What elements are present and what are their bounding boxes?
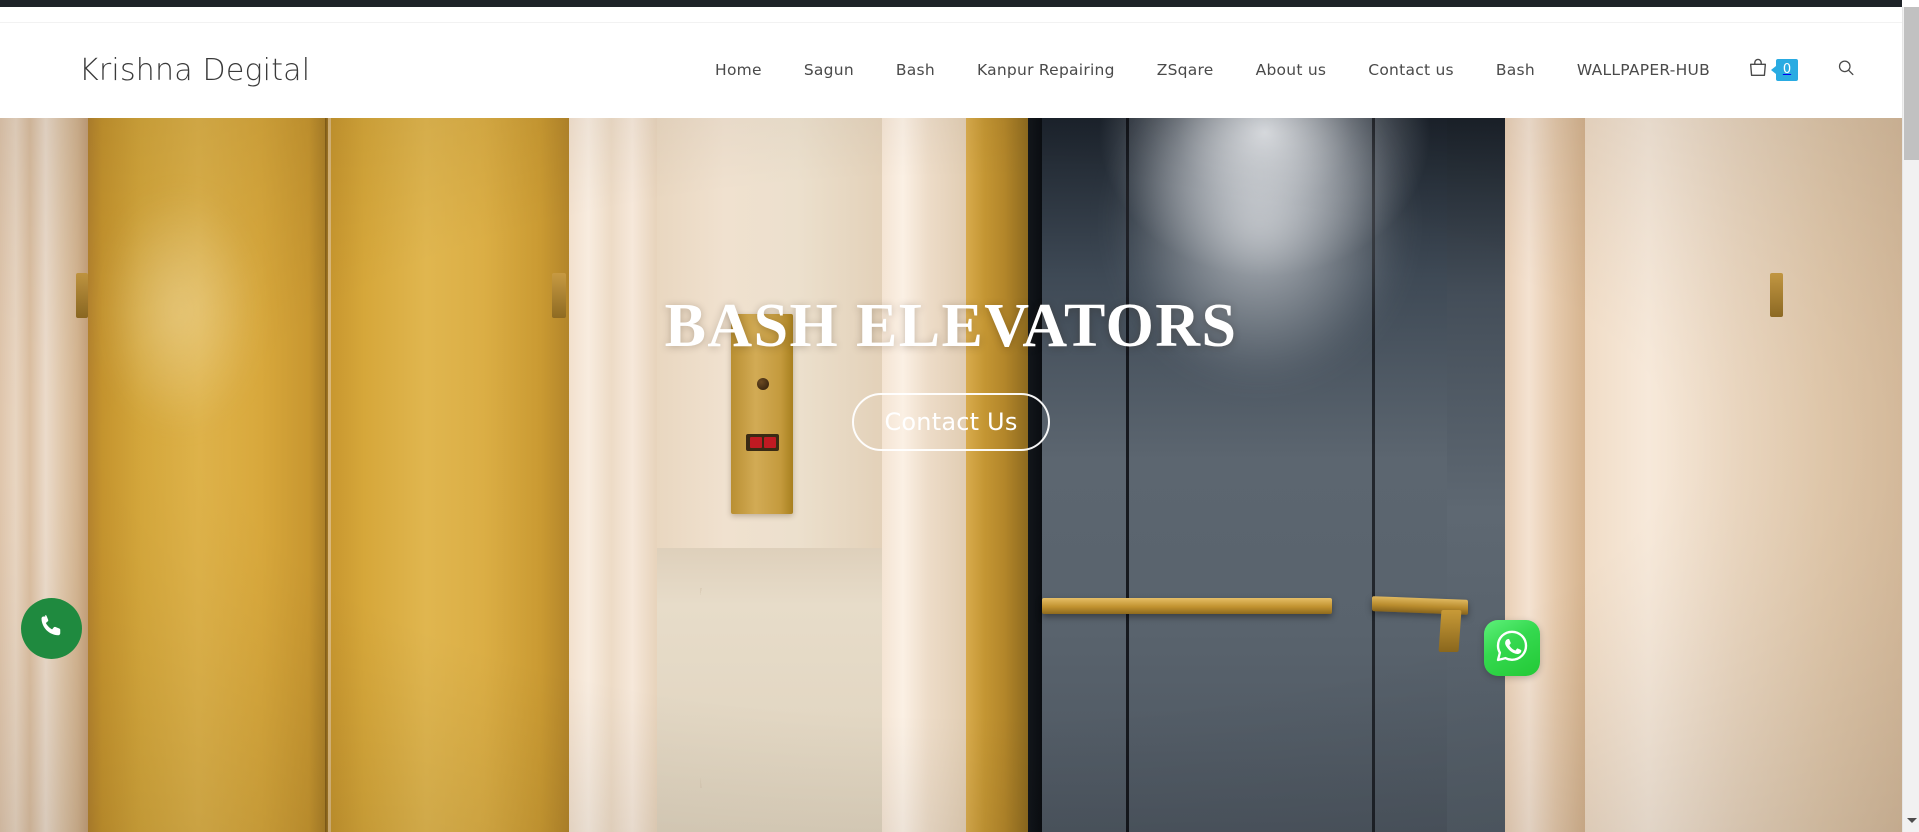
nav-list: Home Sagun Bash Kanpur Repairing ZSqare	[694, 61, 1731, 80]
floating-call-button[interactable]	[21, 598, 82, 659]
hero-contact-us-button[interactable]: Contact Us	[852, 393, 1050, 452]
cart-count-badge: 0	[1771, 59, 1798, 81]
shopping-bag-icon	[1747, 57, 1769, 84]
nav-link-contact-us[interactable]: Contact us	[1347, 61, 1475, 79]
nav-item-home: Home	[694, 61, 783, 80]
nav-item-zsqare: ZSqare	[1136, 61, 1235, 80]
search-icon	[1836, 59, 1856, 82]
nav-link-bash-2[interactable]: Bash	[1475, 61, 1556, 79]
site-logo[interactable]: Krishna Degital	[79, 53, 310, 88]
page-scrollbar[interactable]	[1902, 7, 1919, 832]
nav-item-about-us: About us	[1235, 61, 1348, 80]
nav-link-kanpur-repairing[interactable]: Kanpur Repairing	[956, 61, 1136, 79]
nav-item-sagun: Sagun	[783, 61, 875, 80]
scrollbar-down-arrow[interactable]	[1903, 812, 1919, 829]
cart-button[interactable]: 0	[1747, 57, 1798, 84]
nav-item-bash: Bash	[875, 61, 956, 80]
nav-item-kanpur-repairing: Kanpur Repairing	[956, 61, 1136, 80]
nav-item-contact-us: Contact us	[1347, 61, 1475, 80]
nav-link-about-us[interactable]: About us	[1235, 61, 1348, 79]
browser-top-strip	[0, 0, 1902, 7]
page-viewport: Krishna Degital Home Sagun Bash Kanpur R…	[0, 7, 1902, 832]
nav-link-sagun[interactable]: Sagun	[783, 61, 875, 79]
nav-link-zsqare[interactable]: ZSqare	[1136, 61, 1235, 79]
main-navigation: Home Sagun Bash Kanpur Repairing ZSqare	[694, 57, 1856, 84]
nav-item-wallpaper-hub: WALLPAPER-HUB	[1556, 61, 1731, 80]
chevron-down-icon	[1906, 818, 1917, 823]
search-button[interactable]	[1836, 58, 1856, 83]
nav-link-bash[interactable]: Bash	[875, 61, 956, 79]
nav-link-wallpaper-hub[interactable]: WALLPAPER-HUB	[1556, 61, 1731, 79]
page-root: Krishna Degital Home Sagun Bash Kanpur R…	[0, 0, 1919, 832]
phone-icon	[37, 611, 67, 646]
hero-section: BASH ELEVATORS Contact Us	[0, 118, 1902, 832]
hero-content: BASH ELEVATORS Contact Us	[0, 118, 1902, 832]
floating-whatsapp-button[interactable]	[1484, 620, 1540, 676]
whatsapp-icon	[1492, 626, 1532, 671]
hero-title: BASH ELEVATORS	[664, 292, 1238, 360]
header-inner: Krishna Degital Home Sagun Bash Kanpur R…	[0, 22, 1902, 118]
nav-item-bash-2: Bash	[1475, 61, 1556, 80]
nav-link-home[interactable]: Home	[694, 61, 783, 79]
scrollbar-thumb[interactable]	[1904, 7, 1919, 160]
site-header: Krishna Degital Home Sagun Bash Kanpur R…	[0, 7, 1902, 118]
